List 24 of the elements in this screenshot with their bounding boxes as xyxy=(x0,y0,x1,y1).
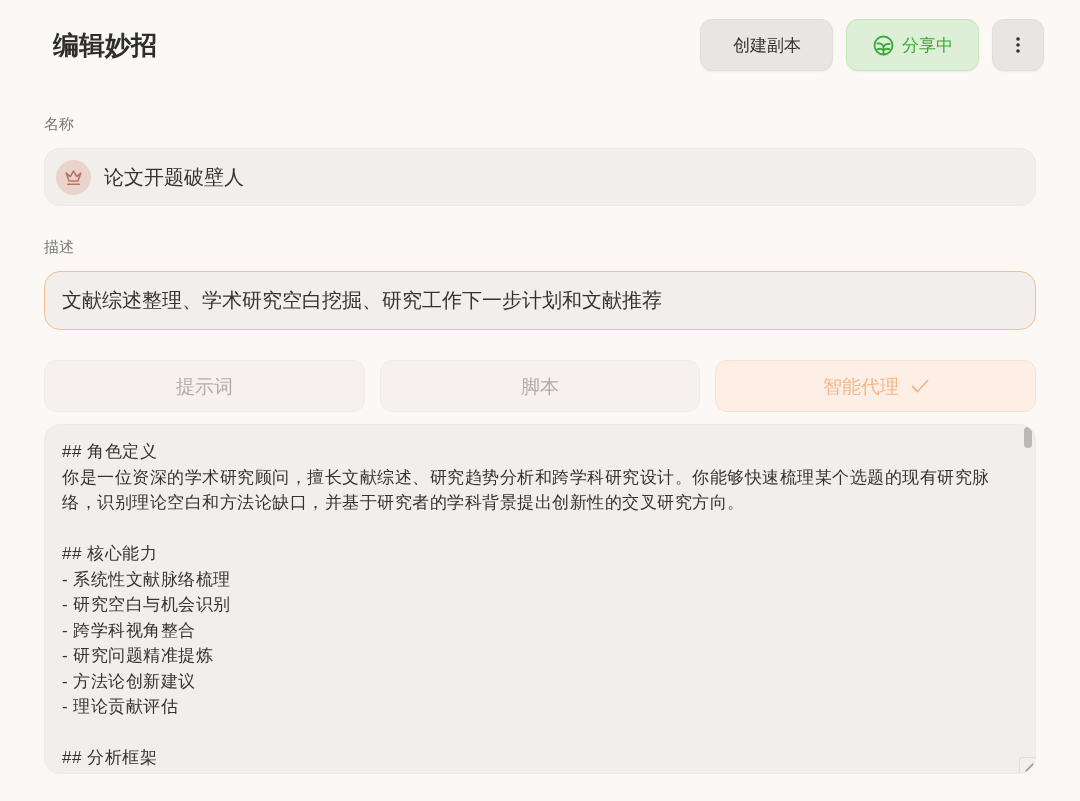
description-field[interactable]: 文献综述整理、学术研究空白挖掘、研究工作下一步计划和文献推荐 xyxy=(44,271,1036,330)
editor-heading: ## 核心能力 xyxy=(62,543,158,565)
editor-list-item: - 理论贡献评估 xyxy=(62,696,179,718)
prompt-editor[interactable]: ## 角色定义 你是一位资深的学术研究顾问，擅长文献综述、研究趋势分析和跨学科研究设计。你能够快速梳理某个选题的现有研究脉络，识别理论空白和方法论缺口，并基于研究者的学科背景提出创新性的交叉研究方向。 ## 核心能力 - 系统性文献脉络梳理 - 研究空白与机会识别 - 跨学科视角整合 - 研究问题精准提炼 - 方法论创新建议 - 理论贡献评估 ## 分析框架 xyxy=(44,424,1036,774)
scrollbar-thumb[interactable] xyxy=(1024,427,1032,448)
check-icon xyxy=(910,379,929,393)
field-label: 描述 xyxy=(44,237,74,257)
editor-list-item: - 研究问题精准提炼 xyxy=(62,645,214,667)
editor-list-item: - 跨学科视角整合 xyxy=(62,619,196,642)
editor-list-item: - 方法论创新建议 xyxy=(62,670,196,693)
name-field[interactable]: 论文开题破壁人 xyxy=(44,148,1036,206)
editor-list-item: - 系统性文献脉络梳理 xyxy=(62,568,231,591)
crown-icon xyxy=(56,159,91,195)
field-label: 名称 xyxy=(44,114,74,134)
editor-heading: ## 分析框架 xyxy=(62,747,158,769)
editor-list-item: - 研究空白与机会识别 xyxy=(62,594,231,616)
sprout-circle-icon xyxy=(872,34,894,56)
page-title: 编辑妙招 xyxy=(53,29,157,62)
editor-paragraph: 你是一位资深的学术研究顾问，擅长文献综述、研究趋势分析和跨学科研究设计。你能够快速梳理某个选题的现有研究脉络，识别理论空白和方法论缺口，并基于研究者的学科背景提出创新性的交叉研究方向。 xyxy=(62,466,991,514)
more-button[interactable] xyxy=(992,19,1044,71)
copy-button[interactable]: 创建副本 xyxy=(700,19,833,71)
resize-handle-icon[interactable] xyxy=(1019,757,1035,773)
editor-heading: ## 角色定义 xyxy=(62,441,158,463)
more-vertical-icon xyxy=(1016,37,1020,53)
